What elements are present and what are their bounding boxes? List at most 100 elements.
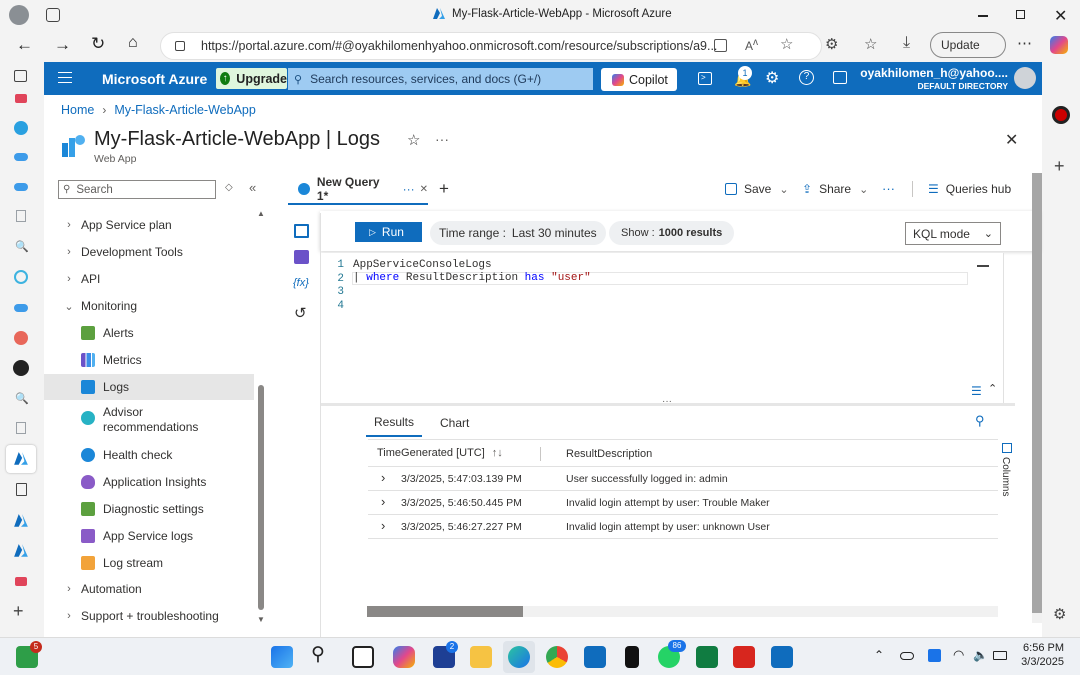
functions-icon[interactable]: {fx} [293,277,309,289]
tables-icon[interactable] [294,224,309,238]
query-editor[interactable]: 1 2 3 4 AppServiceConsoleLogs | where Re… [320,253,1004,403]
sidebar-search-input[interactable]: ⚲ Search [58,180,216,199]
cloud-tab-icon[interactable] [14,153,28,161]
azure-tab-icon-3[interactable] [13,543,29,559]
expand-row-icon[interactable]: › [381,518,385,533]
doc-tab-icon[interactable] [16,210,26,222]
copilot-taskbar-icon[interactable] [393,646,415,668]
youtube-tab-icon-2[interactable] [15,577,27,586]
add-sidebar-app-icon[interactable]: + [1054,156,1065,177]
results-hscrollbar[interactable] [367,606,998,617]
update-button[interactable]: Update [930,32,1006,58]
github-tab-icon[interactable] [13,360,29,376]
columns-panel-toggle[interactable]: Columns [1000,443,1014,508]
history-icon[interactable]: ↺ [294,304,307,322]
acrobat-taskbar-icon[interactable] [733,646,755,668]
tab-results[interactable]: Results [366,415,423,437]
red-tab-icon[interactable] [14,331,28,345]
tab-close-icon[interactable]: ✕ [420,184,428,195]
task-view-icon[interactable] [352,646,374,668]
sidebar-item-development-tools[interactable]: › Development Tools [44,239,254,265]
breadcrumb-resource[interactable]: My-Flask-Article-WebApp [114,103,255,117]
result-limit-picker[interactable]: Show : 1000 results [609,221,735,245]
queries-hub-button[interactable]: ☰ Queries hub [928,182,1011,196]
more-options-button[interactable]: ··· [435,131,449,147]
sort-icon[interactable]: ↑↓ [492,447,503,459]
add-tab-icon[interactable]: + [439,179,449,199]
azure-brand[interactable]: Microsoft Azure [102,71,207,87]
more-icon[interactable]: ⋯ [1017,34,1032,52]
sidebar-scroll-down[interactable]: ▼ [257,615,265,624]
tray-overflow-icon[interactable]: ⌃ [874,648,884,662]
sidebar-item-automation[interactable]: › Automation [44,576,254,602]
editor-scrollbar[interactable] [1003,253,1004,403]
read-aloud-icon[interactable]: Aʌ [745,37,758,53]
url-text[interactable]: https://portal.azure.com/#@oyakhilomenhy… [201,39,717,53]
settings-gear-icon[interactable]: ⚙ [765,68,779,88]
table-row[interactable]: › 3/3/2025, 5:46:50.445 PM Invalid login… [368,491,998,515]
battery-icon[interactable] [993,651,1007,660]
edge-taskbar-icon[interactable] [508,646,530,668]
copilot-button[interactable]: Copilot [601,68,677,91]
close-blade-button[interactable]: ✕ [1005,130,1018,150]
lock-icon[interactable] [175,41,185,51]
page-scrollbar[interactable] [1032,173,1042,623]
sidebar-item-alerts[interactable]: Alerts [44,320,254,346]
split-screen-icon[interactable] [714,39,727,52]
cloud-tab-icon-3[interactable] [14,304,28,312]
youtube-tab-icon[interactable] [15,94,27,103]
cloud-tab-icon-2[interactable] [14,183,28,191]
copilot-browser-icon[interactable] [1050,36,1068,54]
doc-tab-icon-2[interactable] [16,422,26,434]
account-avatar[interactable] [1014,67,1036,89]
sidebar-item-log-stream[interactable]: Log stream [44,550,254,576]
sidebar-item-monitoring[interactable]: ⌄ Monitoring [44,293,254,319]
file-explorer-icon[interactable] [470,646,492,668]
expand-row-icon[interactable]: › [381,470,385,485]
volume-icon[interactable]: 🔈 [973,648,988,662]
azure-tab-icon-2[interactable] [13,513,29,529]
tab-title[interactable]: My-Flask-Article-WebApp - Microsoft Azur… [452,8,672,20]
close-window-button[interactable]: ✕ [1054,6,1067,26]
extensions-icon[interactable]: ⚙ [825,35,838,53]
column-header-description[interactable]: ResultDescription [566,448,652,460]
chrome-taskbar-icon[interactable] [546,646,568,668]
sidebar-item-diagnostic-settings[interactable]: Diagnostic settings [44,496,254,522]
sidebar-app-icon[interactable] [1052,106,1070,124]
outlook-taskbar-icon[interactable] [584,646,606,668]
favorite-star-button[interactable]: ☆ [407,131,420,149]
vscode-taskbar-icon[interactable] [771,646,793,668]
favorite-star-icon[interactable]: ☆ [780,35,793,53]
run-button[interactable]: ▷ Run [355,222,422,242]
table-row[interactable]: › 3/3/2025, 5:47:03.139 PM User successf… [368,467,998,491]
home-icon[interactable]: ⌂ [128,34,138,52]
column-header-time[interactable]: TimeGenerated [UTC] ↑↓ [377,447,503,459]
new-tab-icon[interactable]: + [13,601,24,622]
tab-more-icon[interactable]: ··· [403,182,415,196]
splitter-handle-icon[interactable]: ··· [662,396,672,407]
globe-tab-icon[interactable] [14,270,28,284]
more-options-icon[interactable]: ··· [882,181,895,196]
edge-tab-icon[interactable] [14,121,28,135]
sidebar-item-support[interactable]: › Support + troubleshooting [44,603,254,629]
account-area[interactable]: oyakhilomen_h@yahoo.... DEFAULT DIRECTOR… [856,66,1008,92]
sidebar-item-app-service-logs[interactable]: App Service logs [44,523,254,549]
save-button[interactable]: Save ⌄ [725,182,789,196]
portal-menu-icon[interactable] [58,72,72,83]
sidebar-scroll-up[interactable]: ▲ [257,209,265,218]
tab-new-query[interactable]: New Query 1* ··· ✕ [288,175,428,205]
azure-tab-icon-active[interactable] [13,451,29,467]
onedrive-tray-icon[interactable] [900,652,914,660]
cloud-shell-icon[interactable]: > [698,72,712,85]
results-search-icon[interactable]: ⚲ [975,413,985,429]
column-divider[interactable] [540,447,541,461]
collapse-editor-icon[interactable]: ⌃ [988,382,997,395]
sidebar-item-metrics[interactable]: Metrics [44,347,254,373]
expand-row-icon[interactable]: › [381,494,385,509]
sidebar-settings-icon[interactable]: ⚙ [1053,605,1066,623]
workspaces-icon[interactable] [46,8,60,22]
profile-avatar[interactable] [9,5,29,25]
netflix-taskbar-icon[interactable] [625,646,639,668]
favorites-icon[interactable]: ☆ [864,35,877,53]
forward-icon[interactable]: → [54,35,71,55]
